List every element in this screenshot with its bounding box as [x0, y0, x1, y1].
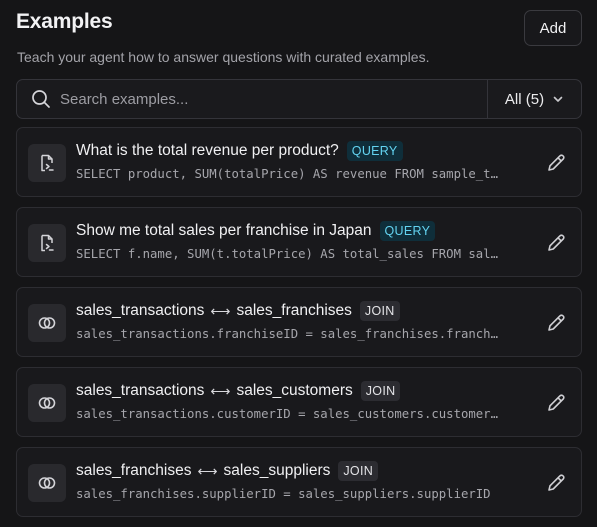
filter-label: All (5): [504, 90, 545, 108]
card-icon-box: [28, 224, 66, 262]
join-badge: JOIN: [338, 461, 379, 481]
join-icon: [38, 477, 56, 489]
bidirectional-arrow-icon: ⟷: [197, 462, 218, 479]
join-right-table: sales_customers: [236, 382, 353, 399]
join-condition: sales_transactions.customerID = sales_cu…: [76, 407, 501, 421]
filter-dropdown[interactable]: All (5): [487, 80, 581, 118]
search-bar: All (5): [16, 79, 582, 119]
sql-file-icon: [41, 154, 54, 172]
search-input[interactable]: [60, 90, 440, 108]
edit-pencil-icon[interactable]: [545, 232, 567, 254]
card-icon-box: [28, 384, 66, 422]
example-sql: SELECT f.name, SUM(t.totalPrice) AS tota…: [76, 247, 501, 261]
example-card[interactable]: sales_franchises ⟷ sales_suppliers JOIN …: [16, 447, 582, 517]
join-condition: sales_franchises.supplierID = sales_supp…: [76, 487, 491, 501]
sql-file-icon: [41, 234, 54, 252]
example-title: Show me total sales per franchise in Jap…: [76, 222, 372, 239]
example-title: What is the total revenue per product?: [76, 142, 339, 159]
example-card[interactable]: What is the total revenue per product? Q…: [16, 127, 582, 197]
join-left-table: sales_transactions: [76, 302, 205, 319]
query-badge: QUERY: [346, 141, 403, 161]
example-title-row: Show me total sales per franchise in Jap…: [76, 221, 436, 241]
bidirectional-arrow-icon: ⟷: [210, 382, 231, 399]
card-icon-box: [28, 464, 66, 502]
page-subtitle: Teach your agent how to answer questions…: [17, 49, 430, 65]
join-badge: JOIN: [359, 301, 400, 321]
join-badge: JOIN: [360, 381, 401, 401]
join-left-table: sales_transactions: [76, 382, 205, 399]
edit-pencil-icon[interactable]: [545, 392, 567, 414]
add-button[interactable]: Add: [524, 10, 582, 46]
example-title-row: sales_transactions ⟷ sales_customers JOI…: [76, 381, 401, 401]
edit-pencil-icon[interactable]: [545, 152, 567, 174]
search-icon: [32, 90, 50, 108]
card-icon-box: [28, 304, 66, 342]
example-card[interactable]: Show me total sales per franchise in Jap…: [16, 207, 582, 277]
chevron-down-icon: [553, 96, 563, 102]
example-card[interactable]: sales_transactions ⟷ sales_franchises JO…: [16, 287, 582, 357]
join-right-table: sales_suppliers: [223, 462, 331, 479]
query-badge: QUERY: [379, 221, 436, 241]
join-condition: sales_transactions.franchiseID = sales_f…: [76, 327, 501, 341]
join-left-table: sales_franchises: [76, 462, 192, 479]
page-title: Examples: [16, 10, 113, 33]
bidirectional-arrow-icon: ⟷: [210, 302, 231, 319]
example-title-row: What is the total revenue per product? Q…: [76, 141, 403, 161]
edit-pencil-icon[interactable]: [545, 312, 567, 334]
example-title-row: sales_franchises ⟷ sales_suppliers JOIN: [76, 461, 379, 481]
search-box[interactable]: [17, 80, 487, 118]
example-card[interactable]: sales_transactions ⟷ sales_customers JOI…: [16, 367, 582, 437]
example-title-row: sales_transactions ⟷ sales_franchises JO…: [76, 301, 400, 321]
edit-pencil-icon[interactable]: [545, 472, 567, 494]
join-icon: [38, 397, 56, 409]
example-sql: SELECT product, SUM(totalPrice) AS reven…: [76, 167, 501, 181]
card-icon-box: [28, 144, 66, 182]
join-right-table: sales_franchises: [236, 302, 352, 319]
join-icon: [38, 317, 56, 329]
examples-list: What is the total revenue per product? Q…: [16, 127, 582, 527]
